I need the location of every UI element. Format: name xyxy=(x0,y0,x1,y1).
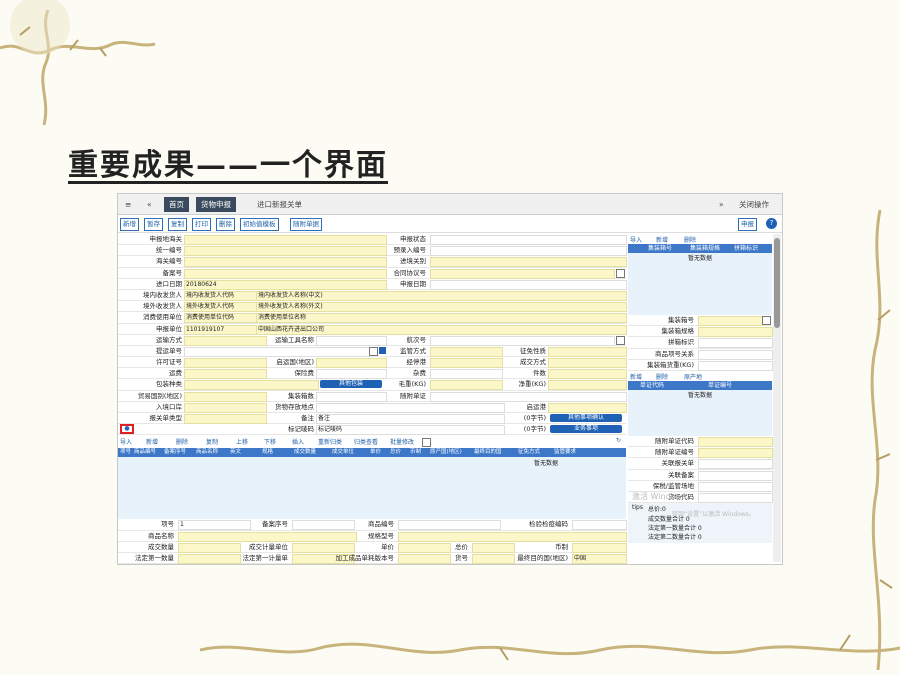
refresh-icon[interactable]: ↻ xyxy=(616,437,621,444)
cert-grid-header: 单证代码 单证编号 xyxy=(628,380,772,390)
summary-box: tips 总价:0 转到“设置”以激活 Windows。 成交数量合计 0 法定… xyxy=(628,503,772,544)
cert-origin-button[interactable]: 原产地 xyxy=(684,372,702,381)
vine-right-decoration xyxy=(870,209,893,671)
container-grid-body: 暂无数据 xyxy=(628,253,772,315)
print-button[interactable]: 打印 xyxy=(192,218,211,231)
vertical-scrollbar[interactable] xyxy=(773,234,781,562)
close-ops-menu[interactable]: 关闭操作 xyxy=(734,197,774,212)
goods-copy-button[interactable]: 复制 xyxy=(206,437,218,446)
goods-classify-view-button[interactable]: 归类查看 xyxy=(354,437,378,446)
cert-grid-body: 暂无数据 xyxy=(628,389,772,436)
bill-lookup-icon[interactable] xyxy=(379,346,386,354)
tab-import-declaration[interactable]: 进口新报关单 xyxy=(252,197,307,212)
expand-icon[interactable]: ● xyxy=(120,424,134,435)
main-toolbar: 新增 暂存 复制 打印 删除 初始值模板 随附单据 申报 ? xyxy=(118,215,782,233)
menu-icon[interactable]: ≡ xyxy=(120,197,136,212)
declaration-header-form: 申报地海关 申报状态 统一编号 预录入编号 海关编号 进境关别 备案号 合同协议号 进口… xyxy=(118,234,627,564)
slide-title: 重要成果——一个界面 xyxy=(68,148,388,183)
cert-delete-button[interactable]: 删除 xyxy=(656,372,668,381)
tab-goods-declaration[interactable]: 货物申报 xyxy=(196,197,236,212)
container-delete-button[interactable]: 删除 xyxy=(684,235,696,244)
new-button[interactable]: 新增 xyxy=(120,218,139,231)
import-date-field[interactable]: 20180624 xyxy=(184,279,387,290)
goods-detail-form: 项号 1 备案序号 商品编号 检验检疫编码 商品名称 规格型号 成交数量 成交计量单位 单价总… xyxy=(118,519,627,564)
goods-delete-button[interactable]: 删除 xyxy=(176,437,188,446)
goods-move-up-button[interactable]: 上移 xyxy=(236,437,248,446)
goods-grid-header: 项号 商品编号 备案序号 商品名称 英文 规格 成交数量 成交单位 单价 总价 … xyxy=(118,448,626,458)
cert-new-button[interactable]: 新增 xyxy=(630,372,642,381)
goods-toolbar: 导入 新增 删除 复制 上移 下移 插入 重新归类 归类查看 批量修改 ↻ xyxy=(118,437,626,448)
help-icon[interactable]: ? xyxy=(766,218,777,229)
goods-import-button[interactable]: 导入 xyxy=(120,437,132,446)
customs-declaration-window: ≡ « 首页 货物申报 进口新报关单 » 关闭操作 新增 暂存 复制 打印 删除… xyxy=(117,193,783,565)
windows-watermark: 激活 Windows xyxy=(632,491,687,501)
save-draft-button[interactable]: 暂存 xyxy=(144,218,163,231)
other-matters-button[interactable]: 其他事项确认 xyxy=(550,414,622,422)
tab-home[interactable]: 首页 xyxy=(164,197,189,212)
container-grid-header: 集装箱号 集装箱规格 拼箱标识 xyxy=(628,244,772,253)
goods-reclassify-button[interactable]: 重新归类 xyxy=(318,437,342,446)
side-panel: 导入 新增 删除 集装箱号 集装箱规格 拼箱标识 暂无数据 集装箱号 集装箱规格… xyxy=(628,234,773,544)
vine-top-left-decoration xyxy=(0,0,156,126)
customs-field[interactable] xyxy=(184,235,387,245)
tab-bar: ≡ « 首页 货物申报 进口新报关单 » 关闭操作 xyxy=(118,194,782,215)
container-import-button[interactable]: 导入 xyxy=(630,235,642,244)
scrollbar-thumb[interactable] xyxy=(774,238,780,328)
other-packaging-button[interactable]: 其他包装 xyxy=(320,380,382,389)
business-matters-button[interactable]: 业务事项 xyxy=(550,425,622,434)
goods-insert-button[interactable]: 插入 xyxy=(292,437,304,446)
vine-bottom-decoration xyxy=(200,634,900,661)
copy-button[interactable]: 复制 xyxy=(168,218,187,231)
forward-icon[interactable]: » xyxy=(714,197,729,212)
goods-new-button[interactable]: 新增 xyxy=(146,437,158,446)
attached-docs-button[interactable]: 随附单据 xyxy=(290,218,322,231)
goods-move-down-button[interactable]: 下移 xyxy=(264,437,276,446)
goods-batch-edit-button[interactable]: 批量修改 xyxy=(390,437,414,446)
delete-button[interactable]: 删除 xyxy=(216,218,235,231)
init-template-button[interactable]: 初始值模板 xyxy=(240,218,279,231)
goods-grid-body: 暂无数据 xyxy=(118,457,626,520)
contract-checkbox[interactable] xyxy=(616,268,625,278)
declare-button[interactable]: 申报 xyxy=(738,218,757,231)
container-new-button[interactable]: 新增 xyxy=(656,235,668,244)
back-icon[interactable]: « xyxy=(142,197,157,212)
